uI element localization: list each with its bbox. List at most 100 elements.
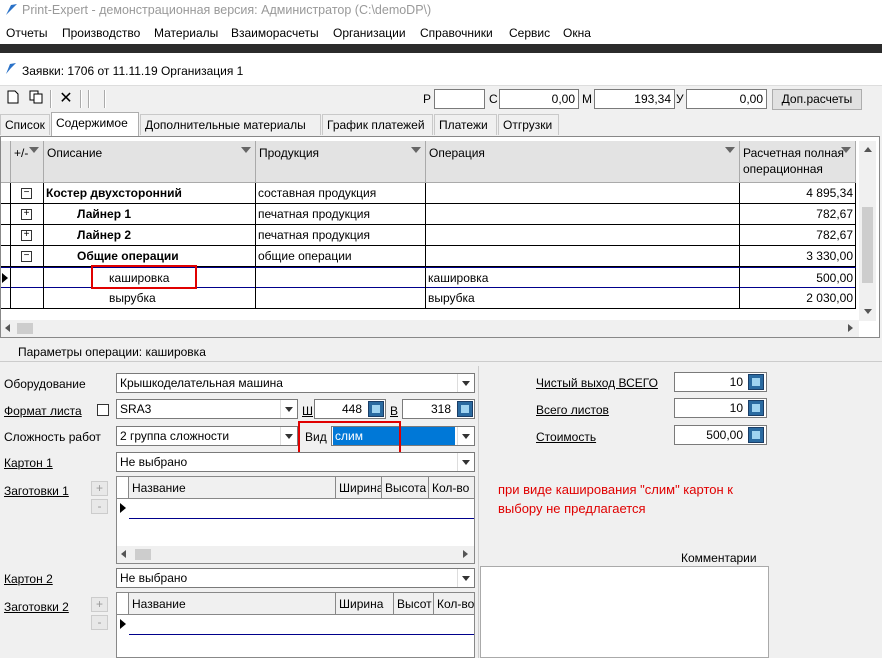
col-header-height[interactable]: Высота bbox=[382, 477, 429, 499]
row-product: печатная продукция bbox=[256, 204, 426, 225]
chevron-down-icon[interactable] bbox=[280, 400, 297, 418]
width-label[interactable]: Ш bbox=[302, 404, 313, 418]
scroll-right-icon[interactable] bbox=[848, 324, 853, 332]
scroll-left-icon[interactable] bbox=[121, 550, 126, 558]
carton2-label[interactable]: Картон 2 bbox=[4, 572, 53, 586]
chevron-down-icon[interactable] bbox=[457, 453, 474, 471]
row-product bbox=[256, 268, 426, 289]
table-row[interactable] bbox=[129, 518, 474, 519]
row-pointer-icon bbox=[120, 503, 126, 513]
menu-settlements[interactable]: Взаиморасчеты bbox=[231, 26, 319, 40]
new-document-icon[interactable] bbox=[4, 90, 22, 108]
remove-icon[interactable]: - bbox=[91, 499, 108, 514]
calculator-icon[interactable] bbox=[748, 374, 764, 390]
scroll-down-icon[interactable] bbox=[864, 309, 872, 314]
tab-content[interactable]: Содержимое bbox=[51, 112, 139, 136]
table-row[interactable]: + Лайнер 1 печатная продукция 782,67 bbox=[1, 204, 856, 225]
chevron-down-icon[interactable] bbox=[457, 374, 474, 392]
menu-windows[interactable]: Окна bbox=[563, 26, 591, 40]
menu-production[interactable]: Производство bbox=[62, 26, 140, 40]
app-icon bbox=[6, 4, 17, 15]
comments-textarea[interactable] bbox=[480, 566, 769, 658]
height-label[interactable]: В bbox=[390, 404, 398, 418]
params-title: Параметры операции: кашировка bbox=[18, 345, 206, 359]
table-row[interactable]: − Общие операции общие операции 3 330,00 bbox=[1, 246, 856, 267]
menu-references[interactable]: Справочники bbox=[420, 26, 493, 40]
format-label[interactable]: Формат листа bbox=[4, 404, 82, 418]
col-header-cost[interactable]: Расчетная полная операционная bbox=[740, 141, 856, 183]
tab-list[interactable]: Список bbox=[0, 114, 50, 135]
collapse-icon[interactable]: − bbox=[21, 188, 32, 199]
grid-horizontal-scrollbar[interactable] bbox=[1, 320, 859, 337]
scroll-thumb[interactable] bbox=[862, 207, 873, 283]
chevron-down-icon[interactable] bbox=[280, 427, 297, 445]
table-row[interactable]: + Лайнер 2 печатная продукция 782,67 bbox=[1, 225, 856, 246]
tab-strip: Список Содержимое Дополнительные материа… bbox=[0, 112, 882, 136]
calculator-icon[interactable] bbox=[748, 400, 764, 416]
col-header-operation[interactable]: Операция bbox=[426, 141, 740, 183]
carton2-select[interactable]: Не выбрано bbox=[116, 568, 475, 588]
menu-materials[interactable]: Материалы bbox=[154, 26, 218, 40]
complexity-select[interactable]: 2 группа сложности bbox=[116, 426, 298, 446]
table-row[interactable] bbox=[129, 634, 474, 635]
chevron-down-icon[interactable] bbox=[457, 569, 474, 587]
col-header-product[interactable]: Продукция bbox=[256, 141, 426, 183]
tab-payment-schedule[interactable]: График платежей bbox=[322, 114, 433, 135]
add-icon[interactable]: + bbox=[91, 597, 108, 612]
scroll-thumb[interactable] bbox=[135, 549, 151, 560]
col-header-qty[interactable]: Кол-во bbox=[434, 593, 475, 615]
collapse-icon[interactable]: − bbox=[21, 251, 32, 262]
calculator-icon[interactable] bbox=[368, 401, 384, 417]
col-header-expander[interactable]: +/- bbox=[11, 141, 44, 183]
scroll-right-icon[interactable] bbox=[463, 550, 468, 558]
p-field[interactable] bbox=[434, 89, 485, 109]
cost-label[interactable]: Стоимость bbox=[536, 430, 596, 444]
scroll-up-icon[interactable] bbox=[864, 147, 872, 152]
blanks1-label[interactable]: Заготовки 1 bbox=[4, 484, 69, 498]
copy-icon[interactable] bbox=[27, 90, 45, 108]
col-header-width[interactable]: Ширина bbox=[336, 477, 382, 499]
row-operation: кашировка bbox=[426, 268, 740, 289]
row-cost: 4 895,34 bbox=[740, 183, 856, 204]
u-field[interactable]: 0,00 bbox=[686, 89, 767, 109]
add-icon[interactable]: + bbox=[91, 481, 108, 496]
chevron-down-icon[interactable] bbox=[457, 427, 474, 445]
calculator-icon[interactable] bbox=[748, 427, 764, 443]
total-sheets-label[interactable]: Всего листов bbox=[536, 403, 609, 417]
equipment-select[interactable]: Крышкоделательная машина bbox=[116, 373, 475, 393]
col-header-name[interactable]: Название bbox=[129, 593, 336, 615]
expand-icon[interactable]: + bbox=[21, 209, 32, 220]
menu-service[interactable]: Сервис bbox=[509, 26, 550, 40]
col-header-height[interactable]: Высот bbox=[394, 593, 434, 615]
delete-icon[interactable]: ✕ bbox=[57, 90, 75, 108]
horizontal-scrollbar[interactable] bbox=[117, 546, 474, 563]
m-field[interactable]: 193,34 bbox=[594, 89, 675, 109]
scroll-thumb[interactable] bbox=[17, 323, 33, 334]
c-field[interactable]: 0,00 bbox=[499, 89, 579, 109]
table-row[interactable]: − Костер двухсторонний составная продукц… bbox=[1, 183, 856, 204]
tab-additional-materials[interactable]: Дополнительные материалы bbox=[140, 114, 321, 135]
tab-shipments[interactable]: Отгрузки bbox=[498, 114, 559, 135]
menu-reports[interactable]: Отчеты bbox=[6, 26, 47, 40]
carton1-select[interactable]: Не выбрано bbox=[116, 452, 475, 472]
remove-icon[interactable]: - bbox=[91, 615, 108, 630]
format-select[interactable]: SRA3 bbox=[116, 399, 298, 419]
row-operation bbox=[426, 204, 740, 225]
col-header-width[interactable]: Ширина bbox=[336, 593, 394, 615]
format-checkbox[interactable] bbox=[97, 404, 109, 416]
tab-payments[interactable]: Платежи bbox=[434, 114, 497, 135]
additional-calc-button[interactable]: Доп.расчеты bbox=[772, 89, 862, 110]
grid-vertical-scrollbar[interactable] bbox=[859, 141, 876, 321]
col-header-name[interactable]: Название bbox=[129, 477, 336, 499]
net-output-label[interactable]: Чистый выход ВСЕГО bbox=[536, 376, 658, 390]
col-header-description[interactable]: Описание bbox=[44, 141, 256, 183]
expand-icon[interactable]: + bbox=[21, 230, 32, 241]
menu-organizations[interactable]: Организации bbox=[333, 26, 406, 40]
calculator-icon[interactable] bbox=[457, 401, 473, 417]
col-header-qty[interactable]: Кол-во bbox=[429, 477, 475, 499]
table-row[interactable]: вырубка вырубка 2 030,00 bbox=[1, 288, 856, 309]
highlight-box bbox=[91, 265, 197, 289]
scroll-left-icon[interactable] bbox=[5, 324, 10, 332]
blanks2-label[interactable]: Заготовки 2 bbox=[4, 600, 69, 614]
carton1-label[interactable]: Картон 1 bbox=[4, 456, 53, 470]
